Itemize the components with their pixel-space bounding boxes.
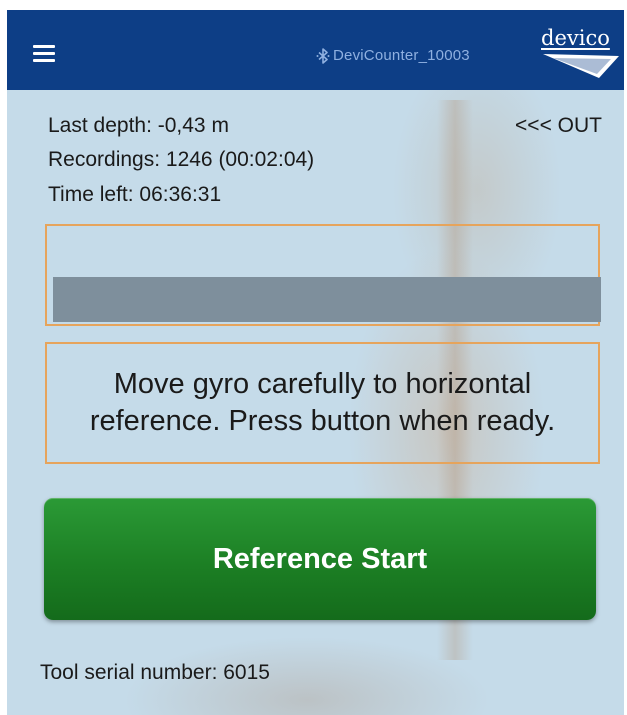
time-left-text: Time left: 06:36:31 — [48, 183, 222, 206]
last-depth-text: Last depth: -0,43 m — [48, 114, 229, 137]
instruction-panel: Move gyro carefully to horizontal refere… — [45, 342, 600, 464]
instruction-text: Move gyro carefully to horizontal refere… — [89, 368, 556, 437]
device-name: DeviCounter_10003 — [333, 47, 470, 64]
bluetooth-icon — [316, 48, 330, 64]
progress-bar-fill — [53, 277, 601, 322]
reference-start-label: Reference Start — [212, 542, 428, 575]
menu-icon[interactable] — [33, 45, 55, 62]
logo-text: devico — [541, 26, 610, 50]
logo-mark — [543, 54, 619, 78]
app-screen: DeviCounter_10003 devico Last depth: -0,… — [7, 10, 624, 715]
devico-logo: devico — [533, 22, 624, 84]
reference-start-button[interactable]: Reference Start — [44, 498, 596, 620]
recordings-text: Recordings: 1246 (00:02:04) — [48, 148, 315, 171]
tool-serial-text: Tool serial number: 6015 — [40, 661, 270, 684]
app-bar: DeviCounter_10003 devico — [7, 10, 624, 90]
progress-panel — [45, 224, 601, 326]
direction-indicator: <<< OUT — [515, 114, 602, 137]
progress-bar — [53, 277, 601, 322]
